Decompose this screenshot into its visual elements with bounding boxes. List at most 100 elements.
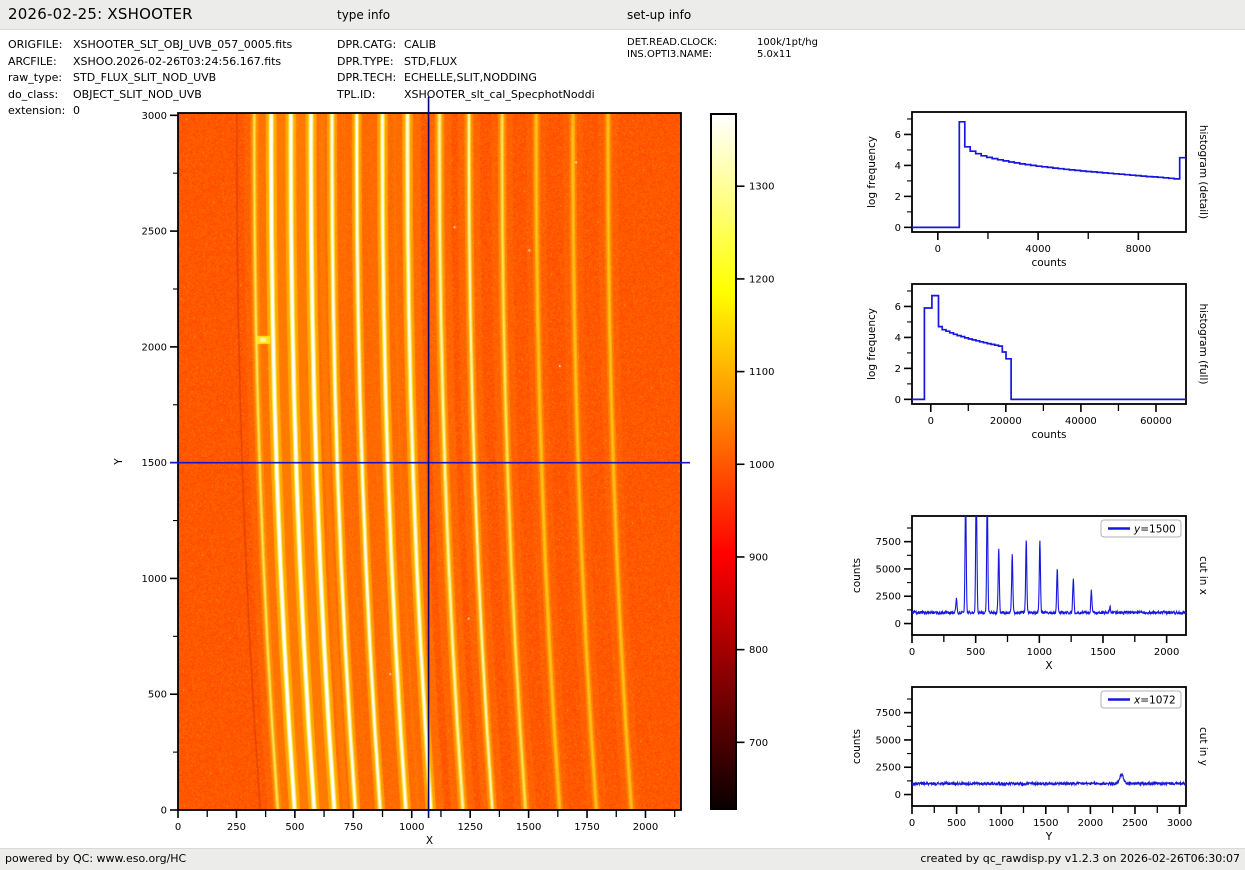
svg-text:2000: 2000	[633, 822, 658, 833]
svg-text:800: 800	[749, 645, 768, 656]
svg-text:6: 6	[895, 130, 901, 141]
svg-text:x=1072: x=1072	[1133, 694, 1176, 706]
echelle-image-canvas	[178, 113, 681, 810]
type-label-tpl-id: TPL.ID:	[337, 88, 376, 101]
setup-label-read-clock: DET.READ.CLOCK:	[627, 37, 718, 48]
svg-text:1500: 1500	[142, 458, 167, 469]
svg-text:0: 0	[928, 416, 934, 427]
cut-in-y-plot: 0 500 1000 1500 2000 2500 3000 0 2500 5000 7500 Yco…	[851, 686, 1209, 843]
svg-text:2500: 2500	[876, 763, 901, 774]
setup-value-read-clock: 100k/1pt/hg	[757, 37, 818, 48]
setup-label-opti3-name: INS.OPTI3.NAME:	[627, 49, 713, 60]
svg-text:1500: 1500	[1090, 647, 1115, 658]
meta-value-origfile: XSHOOTER_SLT_OBJ_UVB_057_0005.fits	[73, 38, 293, 51]
svg-text:7500: 7500	[876, 708, 901, 719]
meta-label-arcfile: ARCFILE:	[8, 55, 57, 68]
svg-text:Y: Y	[113, 458, 125, 466]
cut-in-x-legend: y=1500	[1100, 519, 1182, 538]
svg-text:2000: 2000	[142, 342, 167, 353]
svg-text:4: 4	[895, 161, 901, 172]
header-bar: 2026-02-25: XSHOOTER type info set-up in…	[0, 0, 1245, 30]
cut-in-y-legend: x=1072	[1100, 690, 1182, 709]
meta-label-origfile: ORIGFILE:	[8, 38, 63, 51]
footer-powered-by: powered by QC: www.eso.org/HC	[5, 852, 187, 865]
cut-in-x-plot: 0 500 1000 1500 2000 0 2500 5000 7500 Xcounts cut …	[851, 515, 1209, 672]
svg-text:500: 500	[148, 690, 167, 701]
footer-bar: powered by QC: www.eso.org/HC created by…	[0, 848, 1245, 870]
type-value-tpl-id: XSHOOTER_slt_cal_SpecphotNoddi	[404, 88, 595, 101]
svg-text:histogram (full): histogram (full)	[1197, 304, 1209, 385]
svg-text:2000: 2000	[1078, 818, 1103, 829]
page-title: 2026-02-25: XSHOOTER	[8, 5, 193, 23]
echelle-image-panel	[178, 113, 681, 810]
svg-text:700: 700	[749, 738, 768, 749]
svg-text:0: 0	[909, 818, 915, 829]
type-label-dpr-tech: DPR.TECH:	[337, 71, 397, 84]
meta-label-extension: extension:	[8, 104, 66, 117]
svg-text:histogram (detail): histogram (detail)	[1197, 125, 1209, 219]
svg-text:2500: 2500	[142, 227, 167, 238]
svg-text:0: 0	[175, 822, 181, 833]
svg-text:4: 4	[895, 333, 901, 344]
svg-text:2500: 2500	[876, 592, 901, 603]
meta-value-raw-type: STD_FLUX_SLIT_NOD_UVB	[73, 71, 217, 84]
svg-text:5000: 5000	[876, 735, 901, 746]
svg-text:0: 0	[909, 647, 915, 658]
svg-text:1000: 1000	[1027, 647, 1052, 658]
svg-text:0: 0	[161, 806, 167, 817]
histogram-detail-plot: 0 4000 8000 0 2 4 6 counts log frequency histogra…	[866, 111, 1209, 269]
type-label-dpr-type: DPR.TYPE:	[337, 55, 394, 68]
svg-text:Y: Y	[1045, 831, 1053, 843]
svg-text:1500: 1500	[516, 822, 541, 833]
svg-text:7500: 7500	[876, 537, 901, 548]
svg-text:1000: 1000	[142, 574, 167, 585]
type-value-dpr-type: STD,FLUX	[404, 55, 458, 68]
footer-created-by: created by qc_rawdisp.py v1.2.3 on 2026-…	[920, 852, 1240, 865]
type-label-dpr-catg: DPR.CATG:	[337, 38, 397, 51]
svg-text:X: X	[426, 835, 433, 847]
svg-text:4000: 4000	[1025, 244, 1050, 255]
svg-text:X: X	[1045, 660, 1052, 672]
svg-text:cut in x: cut in x	[1197, 556, 1209, 595]
svg-text:counts: counts	[1031, 257, 1066, 269]
meta-label-do-class: do_class:	[8, 88, 59, 101]
svg-text:500: 500	[966, 647, 985, 658]
type-info-header: type info	[337, 8, 391, 22]
meta-label-raw-type: raw_type:	[8, 71, 63, 84]
svg-text:2500: 2500	[1122, 818, 1147, 829]
svg-text:3000: 3000	[1167, 818, 1192, 829]
svg-text:500: 500	[947, 818, 966, 829]
setup-info-header: set-up info	[627, 8, 692, 22]
colorbar-ticks: 700 800 900 1000 1100 1200 1300	[737, 182, 774, 749]
svg-text:0: 0	[895, 790, 901, 801]
svg-text:counts: counts	[1031, 429, 1066, 441]
svg-text:cut in y: cut in y	[1197, 727, 1209, 766]
svg-text:40000: 40000	[1065, 416, 1097, 427]
svg-text:2: 2	[895, 192, 901, 203]
type-value-dpr-catg: CALIB	[404, 38, 437, 51]
svg-text:250: 250	[227, 822, 246, 833]
svg-text:0: 0	[935, 244, 941, 255]
svg-text:1000: 1000	[749, 460, 774, 471]
meta-value-do-class: OBJECT_SLIT_NOD_UVB	[73, 88, 202, 101]
type-value-dpr-tech: ECHELLE,SLIT,NODDING	[404, 71, 537, 84]
svg-text:60000: 60000	[1140, 416, 1172, 427]
svg-text:2000: 2000	[1154, 647, 1179, 658]
svg-text:1250: 1250	[457, 822, 482, 833]
meta-value-arcfile: XSHOO.2026-02-26T03:24:56.167.fits	[73, 55, 282, 68]
meta-value-extension: 0	[73, 104, 80, 117]
svg-text:y=1500: y=1500	[1133, 523, 1176, 535]
svg-text:0: 0	[895, 223, 901, 234]
histogram-full-plot: 0 20000 40000 60000 0 2 4 6 counts log frequency h…	[866, 283, 1209, 441]
svg-text:900: 900	[749, 552, 768, 563]
svg-text:6: 6	[895, 302, 901, 313]
svg-text:1750: 1750	[574, 822, 599, 833]
svg-text:log frequency: log frequency	[866, 136, 878, 208]
svg-text:5000: 5000	[876, 564, 901, 575]
setup-value-opti3-name: 5.0x11	[757, 49, 792, 60]
colorbar	[710, 113, 737, 810]
svg-text:0: 0	[895, 395, 901, 406]
svg-text:log frequency: log frequency	[866, 308, 878, 380]
svg-text:8000: 8000	[1126, 244, 1151, 255]
svg-text:1000: 1000	[399, 822, 424, 833]
